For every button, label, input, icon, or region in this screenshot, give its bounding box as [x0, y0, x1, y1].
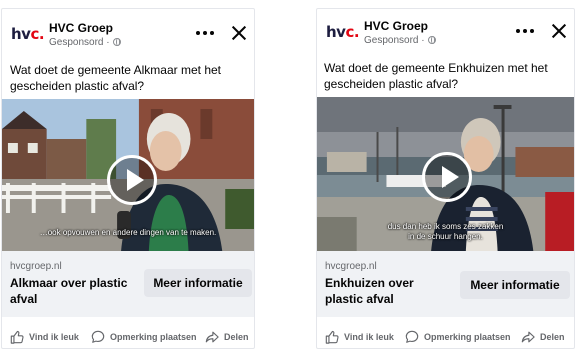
ad-header: hvc. HVC Groep Gesponsord ·: [317, 9, 574, 59]
link-domain: hvcgroep.nl: [10, 261, 62, 272]
comment-label: Opmerking plaatsen: [424, 332, 511, 342]
sponsored-text: Gesponsord ·: [364, 35, 425, 46]
share-icon: [205, 331, 219, 343]
play-icon[interactable]: [107, 155, 157, 205]
more-options-icon[interactable]: [196, 29, 216, 37]
comment-button[interactable]: Opmerking plaatsen: [405, 327, 511, 347]
more-info-button[interactable]: Meer informatie: [460, 271, 570, 299]
sponsored-label: Gesponsord ·: [49, 37, 122, 49]
share-button[interactable]: Delen: [521, 327, 565, 347]
comment-icon: [91, 330, 105, 343]
advertiser-name[interactable]: HVC Groep: [49, 21, 113, 35]
comment-label: Opmerking plaatsen: [110, 332, 197, 342]
share-label: Delen: [540, 332, 565, 342]
video-subtitle: dus dan heb ik soms zes zakken in de sch…: [387, 222, 504, 241]
action-bar: Vind ik leuk Opmerking plaatsen Delen: [317, 327, 574, 347]
more-info-button[interactable]: Meer informatie: [144, 269, 252, 297]
ad-header: hvc. HVC Groep Gesponsord ·: [2, 9, 254, 59]
hvc-logo[interactable]: hvc.: [326, 23, 360, 41]
logo-text: hv: [326, 23, 346, 41]
like-label: Vind ik leuk: [344, 332, 394, 342]
logo-accent: c.: [30, 25, 45, 43]
action-bar: Vind ik leuk Opmerking plaatsen Delen: [2, 327, 254, 347]
logo-accent: c.: [345, 23, 360, 41]
play-icon[interactable]: [422, 152, 472, 202]
hvc-logo[interactable]: hvc.: [11, 25, 45, 43]
ad-card-enkhuizen: hvc. HVC Groep Gesponsord · Wat doet de …: [316, 8, 575, 349]
comment-button[interactable]: Opmerking plaatsen: [91, 327, 197, 347]
logo-text: hv: [11, 25, 31, 43]
link-preview[interactable]: hvcgroep.nl Enkhuizen over plastic afval…: [317, 251, 574, 317]
globe-icon: [428, 36, 437, 44]
share-icon: [521, 331, 535, 343]
ad-text: Wat doet de gemeente Enkhuizen met het g…: [324, 61, 548, 91]
advertiser-name[interactable]: HVC Groep: [364, 19, 428, 33]
like-icon: [10, 330, 24, 344]
like-icon: [325, 330, 339, 344]
close-icon[interactable]: [231, 25, 247, 41]
comment-icon: [405, 330, 419, 343]
link-preview[interactable]: hvcgroep.nl Alkmaar over plastic afval M…: [2, 251, 254, 317]
like-button[interactable]: Vind ik leuk: [10, 327, 79, 347]
globe-icon: [113, 38, 122, 46]
ad-card-alkmaar: hvc. HVC Groep Gesponsord · Wat doet de …: [1, 8, 255, 349]
close-icon[interactable]: [551, 23, 567, 39]
link-domain: hvcgroep.nl: [325, 261, 377, 272]
sponsored-text: Gesponsord ·: [49, 37, 110, 48]
share-label: Delen: [224, 332, 249, 342]
sponsored-label: Gesponsord ·: [364, 35, 437, 47]
video-player[interactable]: dus dan heb ik soms zes zakken in de sch…: [317, 97, 574, 251]
more-options-icon[interactable]: [516, 27, 536, 35]
link-headline: Alkmaar over plastic afval: [10, 276, 128, 306]
video-subtitle: …ook opvouwen en andere dingen van te ma…: [39, 228, 217, 237]
video-player[interactable]: …ook opvouwen en andere dingen van te ma…: [2, 99, 254, 251]
like-label: Vind ik leuk: [29, 332, 79, 342]
like-button[interactable]: Vind ik leuk: [325, 327, 394, 347]
share-button[interactable]: Delen: [205, 327, 249, 347]
link-headline: Enkhuizen over plastic afval: [325, 276, 414, 306]
ad-text: Wat doet de gemeente Alkmaar met het ges…: [10, 63, 222, 93]
